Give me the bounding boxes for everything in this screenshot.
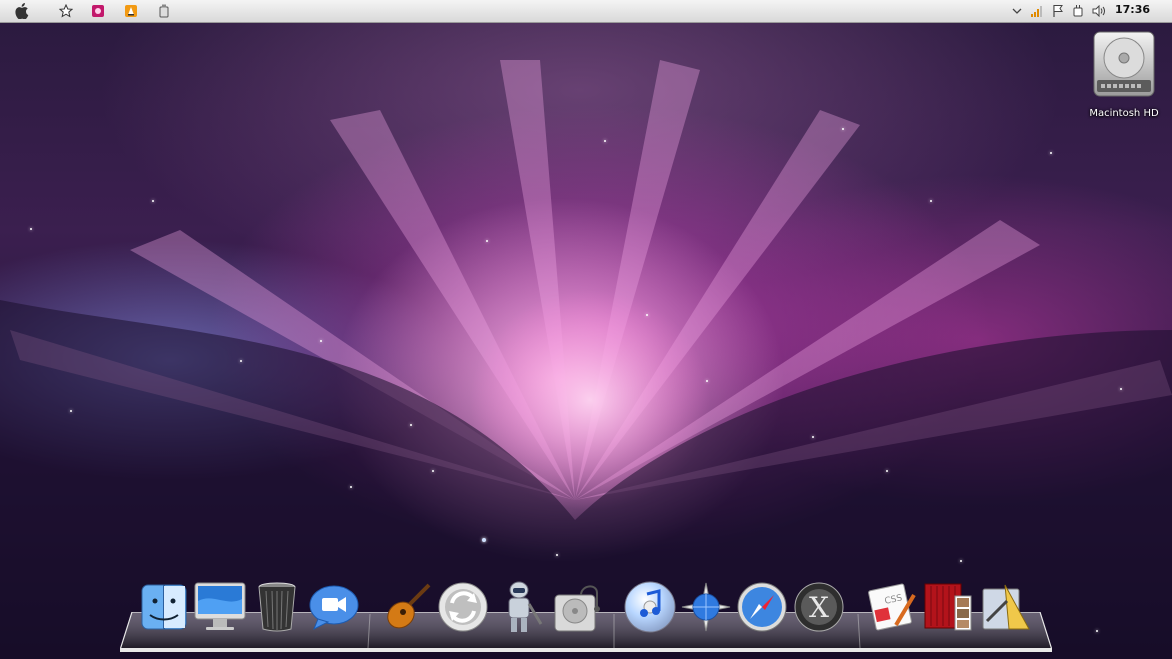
- power-plug-icon[interactable]: [1069, 2, 1087, 20]
- desktop-icon-label: Macintosh HD: [1089, 108, 1159, 119]
- desktop-icon-macintosh-hd[interactable]: Macintosh HD: [1086, 28, 1162, 119]
- star: [432, 470, 434, 472]
- mac-os-x-icon: X: [794, 582, 844, 632]
- star-icon[interactable]: [57, 2, 75, 20]
- dock-item-ichat[interactable]: [307, 580, 361, 634]
- dock-item-trash[interactable]: [250, 580, 304, 634]
- imac-display-icon: [194, 582, 246, 630]
- star: [152, 200, 154, 202]
- usb-drive-icon[interactable]: [155, 2, 173, 20]
- menu-bar: 17:36: [0, 0, 1172, 23]
- finder-icon: [141, 584, 187, 630]
- star: [350, 486, 352, 488]
- dock-item-xcode-tools[interactable]: [978, 580, 1032, 634]
- safari-compass-icon: [737, 582, 787, 632]
- automator-robot-icon: [508, 581, 543, 632]
- dock-item-photo-booth[interactable]: [921, 580, 975, 634]
- dock-item-itunes[interactable]: [623, 580, 677, 634]
- star: [486, 240, 488, 242]
- star: [320, 340, 322, 342]
- star: [1120, 388, 1122, 390]
- star: [604, 140, 606, 142]
- dock-item-sync[interactable]: [436, 580, 490, 634]
- disk-utility-icon: [554, 585, 600, 632]
- dock-item-garageband[interactable]: [380, 580, 434, 634]
- dock-item-safari[interactable]: [735, 580, 789, 634]
- dock-item-imac[interactable]: [193, 580, 247, 634]
- dock-item-network[interactable]: [679, 580, 733, 634]
- aurora-rays: [0, 60, 1172, 659]
- video-chat-bubble-icon: [309, 585, 359, 631]
- apple-logo-icon[interactable]: [13, 2, 31, 20]
- star: [556, 554, 558, 556]
- star: [1096, 630, 1098, 632]
- signal-bars-icon[interactable]: [1028, 2, 1046, 20]
- photo-booth-icon: [924, 583, 972, 631]
- trash-can-icon: [258, 582, 296, 632]
- desktop-wallpaper: [0, 0, 1172, 659]
- star: [482, 538, 486, 542]
- star: [70, 410, 72, 412]
- star: [30, 228, 32, 230]
- flower-app-icon[interactable]: [89, 2, 107, 20]
- star: [812, 436, 814, 438]
- chevron-down-icon[interactable]: [1008, 2, 1026, 20]
- dock-item-css-editor[interactable]: CSS: [865, 580, 919, 634]
- hard-drive-icon: [1093, 31, 1155, 97]
- css-editor-icon: CSS: [868, 583, 916, 631]
- svg-text:X: X: [809, 591, 829, 624]
- speaker-icon[interactable]: [1090, 2, 1108, 20]
- menu-clock[interactable]: 17:36: [1115, 3, 1150, 16]
- sync-arrows-icon: [438, 582, 488, 632]
- drafting-tools-icon: [982, 584, 1030, 630]
- itunes-cd-icon: [624, 581, 676, 633]
- star: [240, 360, 242, 362]
- compass-globe-icon: [681, 582, 731, 632]
- star: [1050, 152, 1052, 154]
- star: [886, 470, 888, 472]
- dock-item-automator[interactable]: [493, 580, 547, 634]
- dock-item-finder[interactable]: [137, 580, 191, 634]
- star: [842, 128, 844, 130]
- guitar-icon: [387, 583, 431, 629]
- star: [410, 424, 412, 426]
- star: [930, 200, 932, 202]
- star: [960, 560, 962, 562]
- dock-item-mac-os-x[interactable]: X: [792, 580, 846, 634]
- star: [646, 314, 648, 316]
- vlc-cone-icon[interactable]: [122, 2, 140, 20]
- star: [706, 380, 708, 382]
- flag-icon[interactable]: [1049, 2, 1067, 20]
- dock-item-disk-utility[interactable]: [550, 580, 604, 634]
